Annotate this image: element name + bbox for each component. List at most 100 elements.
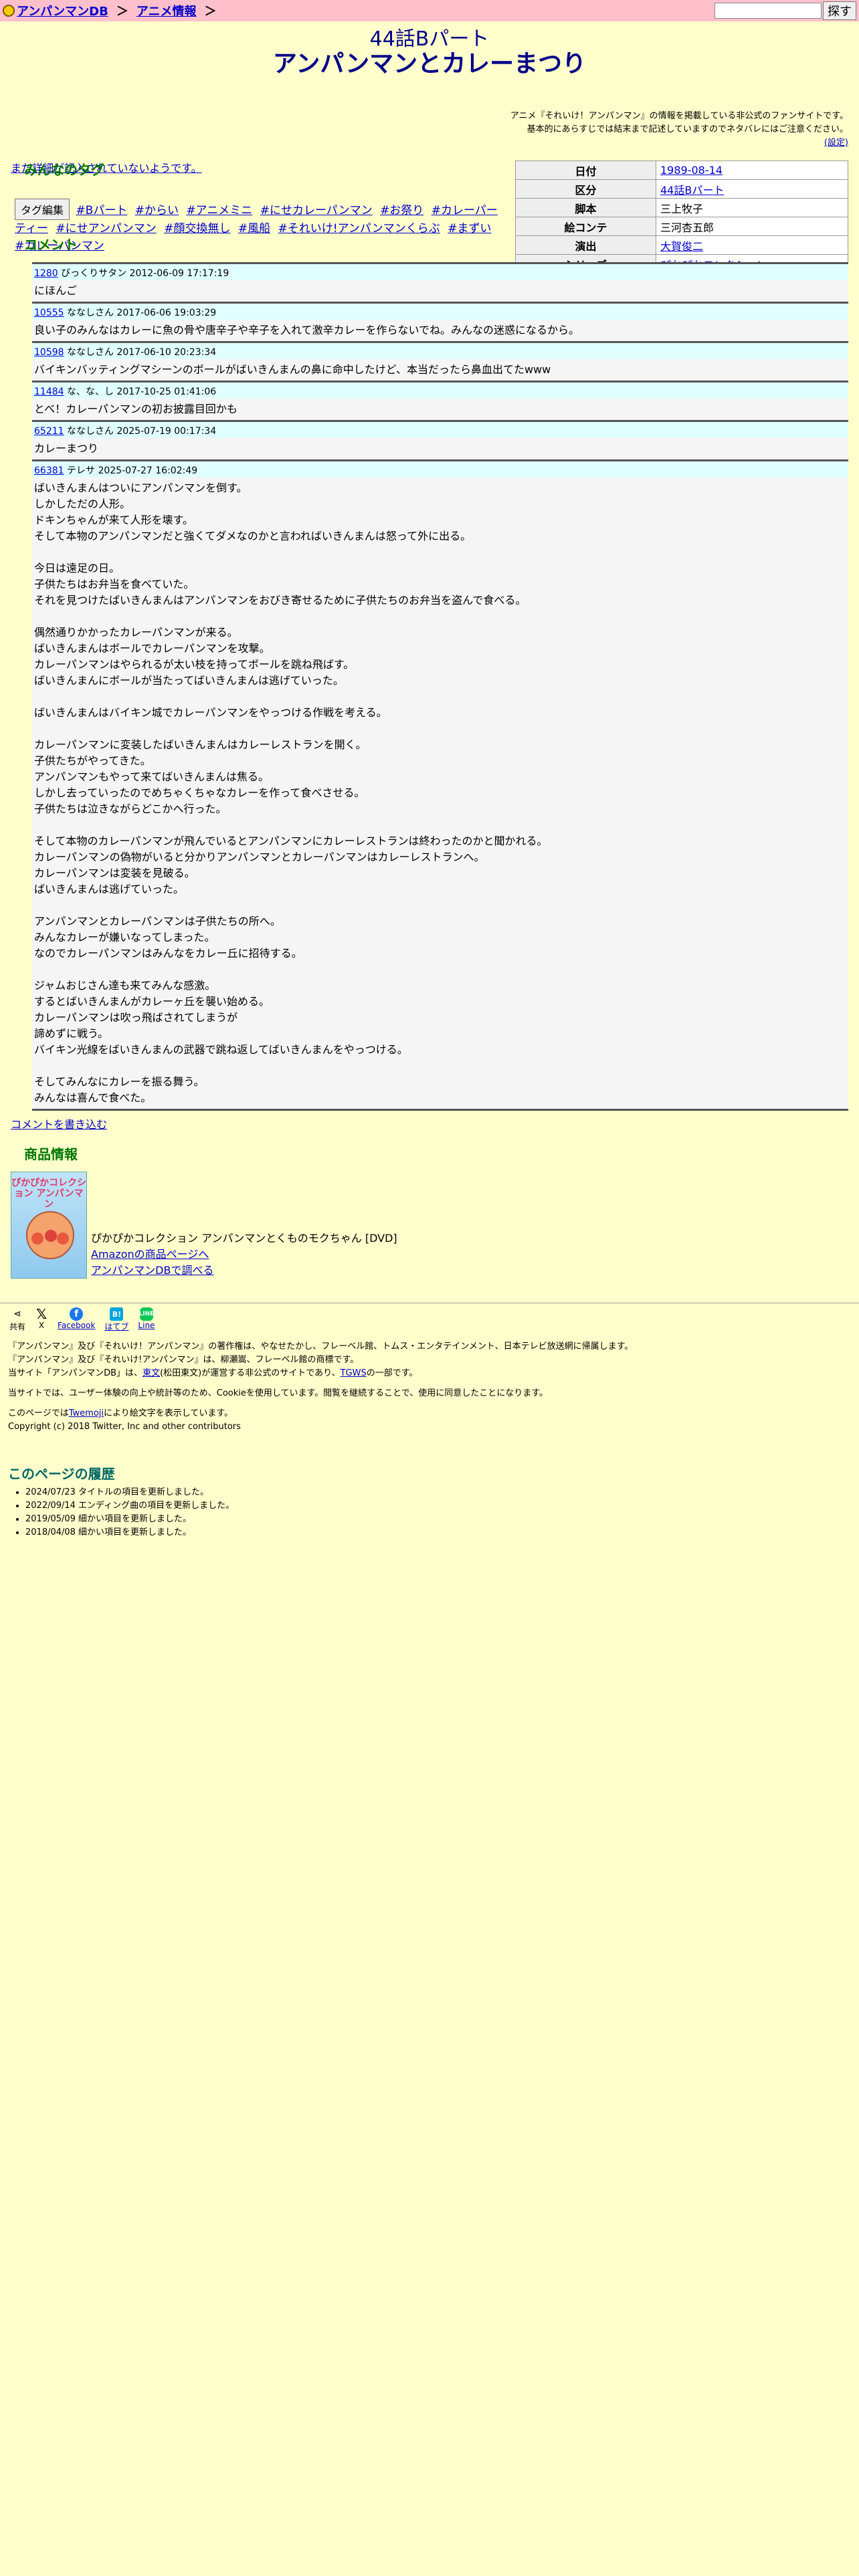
info-key: 絵コンテ	[515, 217, 656, 236]
share-item-share[interactable]: ⋖ 共有	[9, 1307, 25, 1332]
share-label[interactable]: はてブ	[104, 1321, 128, 1332]
share-item-x[interactable]: 𝕏X	[35, 1306, 48, 1332]
copyright-line-1: 『アンパンマン』及び『それいけ！アンパンマン』の著作権は、やなせたかし、フレーベ…	[8, 1341, 634, 1352]
tag-link[interactable]: #Bパート	[76, 204, 127, 217]
tag-link[interactable]: #顔交換無し	[164, 222, 230, 235]
info-row: 演出 大賀俊二	[515, 235, 848, 255]
comment-id-link[interactable]: 1280	[34, 268, 58, 279]
copyright-line-3: 当サイト「アンパンマンDB」は、	[8, 1368, 143, 1378]
db-search-link[interactable]: アンパンマンDBで調べる	[91, 1264, 213, 1277]
share-bar: ⋖ 共有 𝕏 Xf Facebook B! はてブ LINE Line	[0, 1303, 859, 1332]
anpanman-face-icon	[26, 1211, 74, 1259]
comment-id-link[interactable]: 11484	[34, 387, 64, 397]
comment-meta: 10598 ななしさん 2017-06-10 20:23:34	[32, 343, 848, 359]
site-logo-icon	[3, 5, 15, 17]
tag-link[interactable]: #にせカレーパンマン	[260, 204, 373, 217]
hatena-icon: B!	[110, 1307, 124, 1321]
copyright-line-3b: (松田東文)が運営する非公式のサイトであり、	[160, 1368, 341, 1378]
info-row: 絵コンテ 三河杏五郎	[515, 217, 848, 236]
comment-body: バイキンバッティングマシーンのボールがばいきんまんの鼻に命中したけど、本当だった…	[32, 359, 848, 381]
amazon-link[interactable]: Amazonの商品ページへ	[91, 1248, 209, 1261]
tags-section-title: みんなのタグ	[24, 162, 104, 178]
info-key: 区分	[515, 179, 656, 199]
write-comment-link[interactable]: コメントを書き込む	[11, 1118, 107, 1131]
product-card: ぴかぴかコレクション アンパンマン ぴかぴかコレクション アンパンマンとくものモ…	[11, 1172, 397, 1279]
history-item: 2024/07/23 タイトルの項目を更新しました。	[25, 1486, 234, 1499]
comment-item: 11484 な、な、し 2017-10-25 01:41:06 とべ！カレーパンマ…	[32, 381, 848, 420]
tag-link[interactable]: #にせアンパンマン	[56, 222, 156, 235]
comment-item: 10555 ななしさん 2017-06-06 19:03:29 良い子のみんなはカ…	[32, 302, 848, 341]
comment-body: にほんご	[32, 280, 848, 302]
author-link[interactable]: 東文	[142, 1368, 160, 1378]
comment-id-link[interactable]: 65211	[34, 426, 64, 437]
comments-divider	[32, 1109, 848, 1111]
disclaimer-line-2: 基本的にあらすじでは結末まで記述していますのでネタバレにはご注意ください。	[527, 124, 848, 134]
info-row: 脚本 三上牧子	[515, 198, 848, 217]
comment-id-link[interactable]: 10555	[34, 308, 64, 318]
history-item: 2019/05/09 細かい項目を更新しました。	[25, 1513, 234, 1526]
copyright-line-3c: の一部です。	[366, 1368, 418, 1378]
info-row: 日付 1989-08-14	[515, 160, 848, 180]
tgws-link[interactable]: TGWS	[341, 1368, 367, 1378]
tag-link[interactable]: #からい	[135, 204, 179, 217]
info-value-link[interactable]: 44話Bパート	[660, 184, 724, 197]
comment-body: ばいきんまんはついにアンパンマンを倒す。 しかしただの人形。 ドキンちゃんが来て…	[32, 477, 848, 1109]
twemoji-notice-b: により絵文字を表示しています。	[104, 1408, 233, 1418]
share-label[interactable]: Line	[138, 1321, 155, 1330]
history-item: 2022/09/14 エンディング曲の項目を更新しました。	[25, 1499, 234, 1513]
comment-body: とべ！カレーパンマンの初お披露目回かも	[32, 399, 848, 420]
info-value: 44話Bパート	[656, 179, 848, 199]
x-icon: 𝕏	[35, 1306, 47, 1322]
tag-link[interactable]: #アニメミニ	[186, 204, 252, 217]
share-label: X	[38, 1321, 45, 1330]
twemoji-link[interactable]: Twemoji	[69, 1408, 104, 1418]
share-item-facebook[interactable]: f Facebook	[58, 1307, 95, 1332]
copyright-line-2: 『アンパンマン』及び『それいけ!アンパンマン』は、柳瀬嵩、フレーベル館の商標です…	[8, 1355, 359, 1365]
info-value-link[interactable]: 1989-08-14	[660, 164, 723, 177]
search-button[interactable]: 探す	[823, 1, 856, 20]
episode-title: アンパンマンとカレーまつり	[272, 50, 587, 78]
comment-item: 1280 びっくりサタン 2012-06-09 17:17:19 にほんご	[32, 262, 848, 302]
comment-id-link[interactable]: 10598	[34, 347, 64, 358]
anime-info-link[interactable]: アニメ情報	[136, 2, 197, 19]
settings-link[interactable]: (設定)	[824, 138, 848, 148]
tag-link[interactable]: #お祭り	[380, 204, 423, 217]
comments-section-title: コメント	[24, 237, 78, 253]
share-label[interactable]: Facebook	[58, 1321, 95, 1330]
info-value: 三上牧子	[656, 198, 848, 217]
share-item-hatena[interactable]: B! はてブ	[104, 1307, 128, 1332]
twitter-copyright: Copyright (c) 2018 Twitter, Inc and othe…	[8, 1422, 241, 1432]
copyright-notice: 『アンパンマン』及び『それいけ！アンパンマン』の著作権は、やなせたかし、フレーベ…	[0, 1332, 859, 1434]
tag-link[interactable]: #風船	[238, 222, 270, 235]
share-label: 共有	[9, 1322, 26, 1331]
tags-section: みんなのタグ タグ編集 #Bパート #からい #アニメミニ #にせカレーパンマン…	[15, 159, 506, 255]
comment-id-link[interactable]: 66381	[34, 465, 64, 476]
comment-meta: 10555 ななしさん 2017-06-06 19:03:29	[32, 304, 848, 320]
comment-author-date: な、な、し 2017-10-25 01:41:06	[67, 387, 217, 397]
facebook-icon: f	[70, 1307, 84, 1321]
comment-item: 65211 ななしさん 2025-07-19 00:17:34 カレーまつり	[32, 420, 848, 459]
comment-item: 66381 テレサ 2025-07-27 16:02:49 ばいきんまんはついにア…	[32, 459, 848, 1109]
tag-list: タグ編集 #Bパート #からい #アニメミニ #にせカレーパンマン #お祭り #…	[15, 199, 506, 255]
breadcrumb-separator: ＞	[204, 5, 217, 19]
tag-link[interactable]: #それいけ!アンパンマンくらぶ	[278, 222, 440, 235]
product-name: ぴかぴかコレクション アンパンマンとくものモクちゃん [DVD]	[91, 1232, 397, 1245]
comment-item: 10598 ななしさん 2017-06-10 20:23:34 バイキンバッティン…	[32, 341, 848, 381]
dvd-cover-image[interactable]: ぴかぴかコレクション アンパンマン	[11, 1172, 87, 1279]
info-value-text: 三河杏五郎	[660, 221, 714, 234]
dvd-cover-title: ぴかぴかコレクション アンパンマン	[11, 1178, 86, 1210]
tag-edit-button[interactable]: タグ編集	[15, 199, 70, 220]
info-value: 1989-08-14	[656, 160, 848, 180]
site-disclaimer: アニメ『それいけ！アンパンマン』の情報を掲載している非公式のファンサイトです。 …	[0, 110, 848, 150]
comment-meta: 66381 テレサ 2025-07-27 16:02:49	[32, 461, 848, 477]
info-value-link[interactable]: 大賀俊二	[660, 240, 703, 253]
comment-list: 1280 びっくりサタン 2012-06-09 17:17:19 にほんご 1055…	[32, 262, 848, 1111]
tag-link[interactable]: #まずい	[448, 222, 491, 235]
comment-author-date: びっくりサタン 2012-06-09 17:17:19	[61, 268, 229, 279]
share-item-line[interactable]: LINE Line	[138, 1307, 155, 1332]
comment-body: 良い子のみんなはカレーに魚の骨や唐辛子や辛子を入れて激辛カレーを作らないでね。み…	[32, 320, 848, 341]
site-home-link[interactable]: アンパンマンDB	[17, 2, 108, 19]
info-value-text: 三上牧子	[660, 202, 704, 215]
search-input[interactable]	[714, 3, 822, 19]
line-icon: LINE	[139, 1307, 154, 1321]
